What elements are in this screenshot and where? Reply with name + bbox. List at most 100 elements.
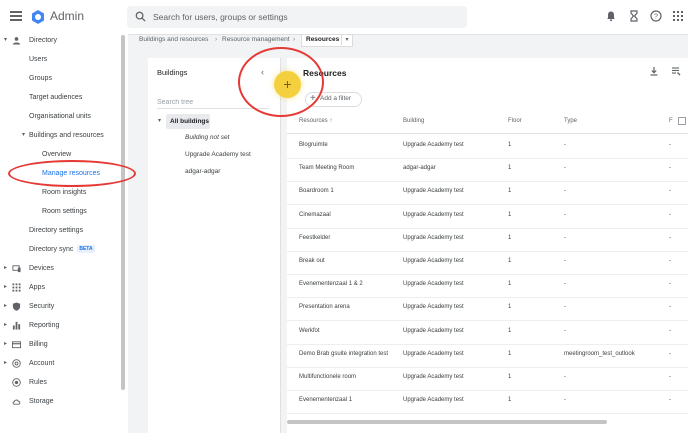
chevron-right-icon: ▸ [4,341,8,347]
add-filter-label: Add a filter [320,95,352,102]
chevron-right-icon: ▸ [4,284,8,290]
sidebar-item-org-units[interactable]: Organisational units [29,107,91,126]
manage-columns-icon[interactable] [671,66,681,76]
cell-name: Team Meeting Room [299,165,355,172]
column-header-type[interactable]: Type [564,118,577,130]
cell-type: - [564,234,566,241]
sidebar-item-users[interactable]: Users [29,50,47,69]
table-row[interactable]: Multifunctionele room Upgrade Academy tes… [287,367,688,391]
cell-f: - [669,281,671,288]
cell-f: - [669,397,671,404]
search-bar[interactable] [127,6,467,28]
chevron-right-icon: ▸ [4,322,8,328]
sidebar-item-room-settings[interactable]: Room settings [42,202,87,221]
chevron-down-icon[interactable]: ▾ [158,117,161,124]
tree-item-all-buildings[interactable]: All buildings [166,114,210,129]
sidebar-item-directory[interactable]: ▾ Directory [0,31,120,50]
breadcrumb-current: Resources [306,36,340,43]
cell-floor: 1 [508,258,512,264]
cell-f: - [669,188,671,195]
sidebar-item-reporting[interactable]: ▸ Reporting [0,316,120,335]
arrow-up-icon: ↑ [329,118,333,124]
cell-name: Multifunctionele room [299,374,357,380]
hamburger-menu-icon[interactable] [10,11,22,21]
sidebar-item-rules[interactable]: Rules [0,373,120,392]
table-row[interactable]: Team Meeting Room adgar-adgar 1 - - [287,158,688,183]
bell-icon[interactable] [605,10,617,22]
cell-type: - [564,374,566,380]
table-row[interactable]: Cinemazaal Upgrade Academy test 1 - - [287,205,688,229]
cell-f: - [669,350,671,357]
table-row[interactable]: Demo Brab gsuite integration test Upgrade… [287,344,688,368]
admin-logo-icon[interactable] [30,9,46,25]
cell-building: Upgrade Academy test [403,211,464,218]
table-row[interactable]: Break out Upgrade Academy test 1 - - [287,251,688,275]
cell-name: Blogruimte [299,142,328,148]
search-input[interactable] [153,10,453,24]
table-row[interactable]: Presentation arena Upgrade Academy test 1 -… [287,297,688,322]
column-settings-icon[interactable] [678,117,686,125]
top-bar: Admin ? [0,0,688,35]
cell-name: Boardroom 1 [299,188,334,195]
cell-building: Upgrade Academy test [403,327,464,334]
breadcrumb-current-box[interactable]: Resources ▾ [301,34,353,47]
hourglass-icon[interactable] [628,10,640,22]
apps-grid-icon [12,283,21,292]
cell-building: Upgrade Academy test [403,234,464,241]
cell-building: Upgrade Academy test [403,281,464,288]
chevron-right-icon: › [215,36,218,43]
breadcrumb-buildings[interactable]: Buildings and resources [139,36,208,43]
apps-grid-icon[interactable] [672,10,684,22]
cell-type: - [564,165,566,172]
column-header-floor[interactable]: Floor [508,118,522,130]
tree-item-adgar[interactable]: adgar-adgar [185,168,220,175]
annotation-circle [238,47,324,117]
sidebar-item-buildings[interactable]: ▾ Buildings and resources [0,126,120,145]
sidebar-item-apps[interactable]: ▸ Apps [0,278,120,297]
cell-type: meetingroom_test_outlook [564,350,635,357]
tree-item-building-not-set[interactable]: Building not set [185,134,229,141]
sidebar-item-storage[interactable]: Storage [0,392,120,411]
table-row[interactable]: Boardroom 1 Upgrade Academy test 1 - - [287,181,688,206]
chevron-down-icon: ▾ [22,132,26,138]
column-header-building[interactable]: Building [403,118,424,130]
cell-type: - [564,211,566,218]
help-icon[interactable]: ? [650,10,662,22]
resources-panel: Resources + Add a filter Resources ↑ Bui… [287,58,688,433]
column-header-label: Resources [299,118,328,124]
table-row[interactable]: Evenementenzaal 1 Upgrade Academy test 1 - - [287,390,688,415]
sidebar-item-directory-settings[interactable]: Directory settings [29,221,83,240]
sidebar-item-target-audiences[interactable]: Target audiences [29,88,82,107]
horizontal-scrollbar[interactable] [287,420,607,424]
cell-floor: 1 [508,234,512,241]
cell-floor: 1 [508,327,512,334]
cell-floor: 1 [508,374,512,380]
chevron-down-icon[interactable]: ▾ [341,35,352,45]
cell-floor: 1 [508,165,512,172]
cell-floor: 1 [508,397,512,404]
sidebar-scrollbar[interactable] [121,35,125,390]
sidebar-item-account[interactable]: ▸ Account [0,354,120,373]
sidebar-item-groups[interactable]: Groups [29,69,52,88]
download-icon[interactable] [649,66,659,76]
sidebar-item-label: Devices [29,265,54,272]
sidebar-item-label: Apps [29,284,45,291]
table-row[interactable]: Evenementenzaal 1 & 2 Upgrade Academy tes… [287,274,688,299]
sidebar-item-directory-sync[interactable]: Directory sync BETA [29,240,95,259]
breadcrumb-resource-management[interactable]: Resource management [222,36,290,43]
column-header-f[interactable]: F [669,118,673,130]
cell-f: - [669,142,671,148]
tree-item-upgrade-academy[interactable]: Upgrade Academy test [185,151,251,158]
rules-target-icon [12,378,21,387]
sidebar-item-security[interactable]: ▸ Security [0,297,120,316]
sidebar-item-devices[interactable]: ▸ Devices [0,259,120,278]
app-title[interactable]: Admin [50,9,84,23]
column-header-resources[interactable]: Resources ↑ [299,118,332,130]
table-row[interactable]: Blogruimte Upgrade Academy test 1 - - [287,135,688,159]
sidebar-item-label: Buildings and resources [29,132,104,139]
sidebar-item-billing[interactable]: ▸ Billing [0,335,120,354]
sidebar-item-label: Rules [29,379,47,386]
table-row[interactable]: Werkfot Upgrade Academy test 1 - - [287,321,688,345]
table-row[interactable]: Feestkelder Upgrade Academy test 1 - - [287,228,688,252]
cell-name: Demo Brab gsuite integration test [299,350,389,357]
